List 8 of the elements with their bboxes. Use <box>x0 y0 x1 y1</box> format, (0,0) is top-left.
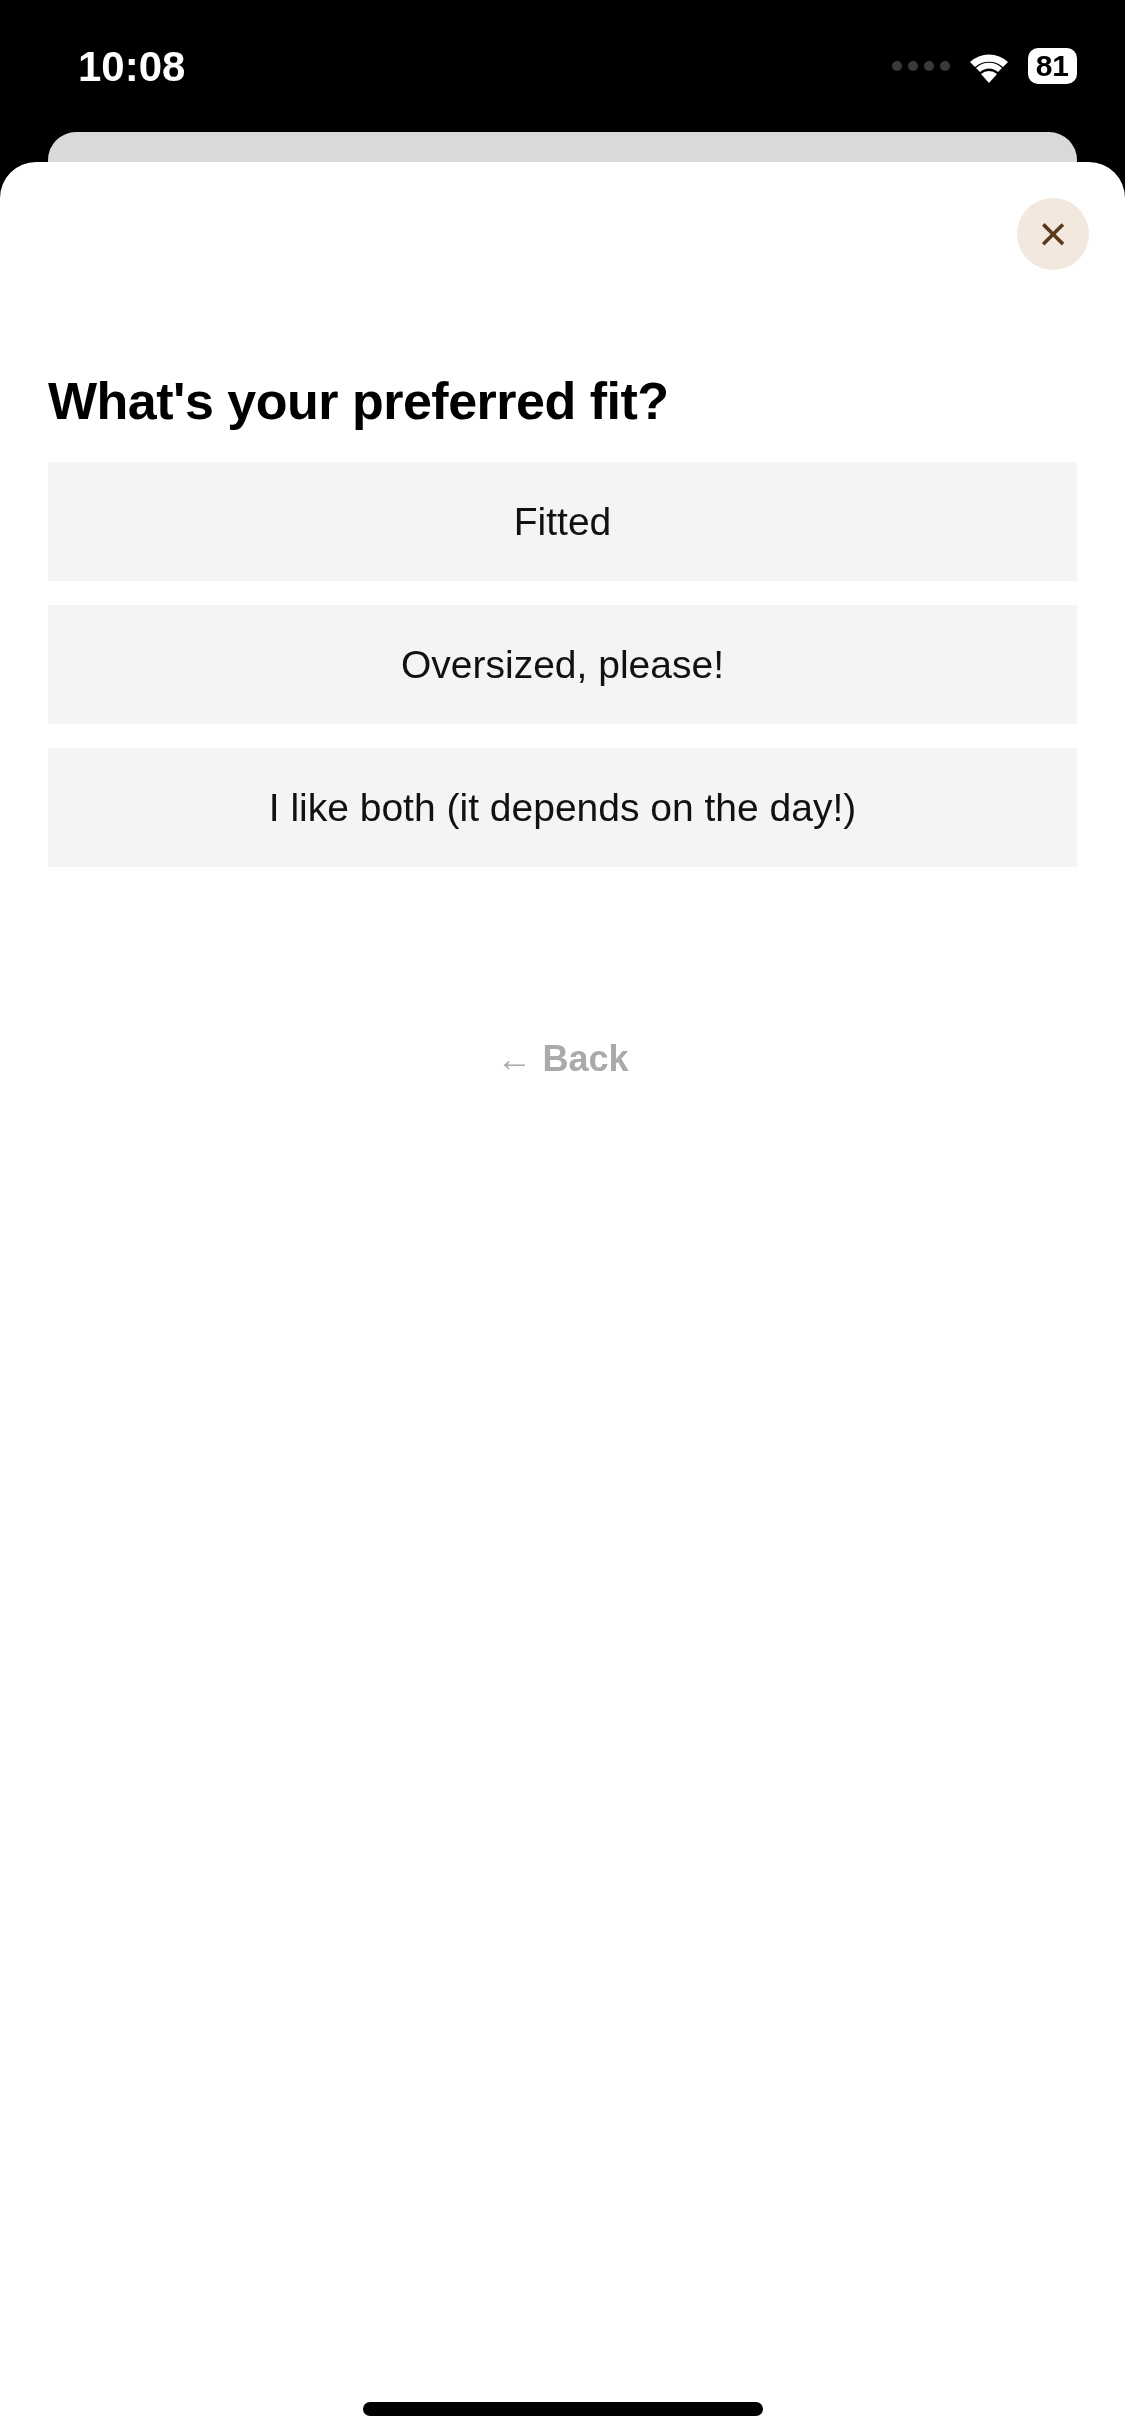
answer-option[interactable]: I like both (it depends on the day!) <box>48 748 1077 868</box>
answer-option[interactable]: Oversized, please! <box>48 605 1077 725</box>
close-button[interactable]: × <box>1017 198 1089 270</box>
signal-icon <box>891 61 950 71</box>
answer-option[interactable]: Fitted <box>48 462 1077 582</box>
question-title: What's your preferred fit? <box>48 371 670 432</box>
battery-level: 81 <box>1027 48 1077 84</box>
status-time: 10:08 <box>78 41 186 92</box>
